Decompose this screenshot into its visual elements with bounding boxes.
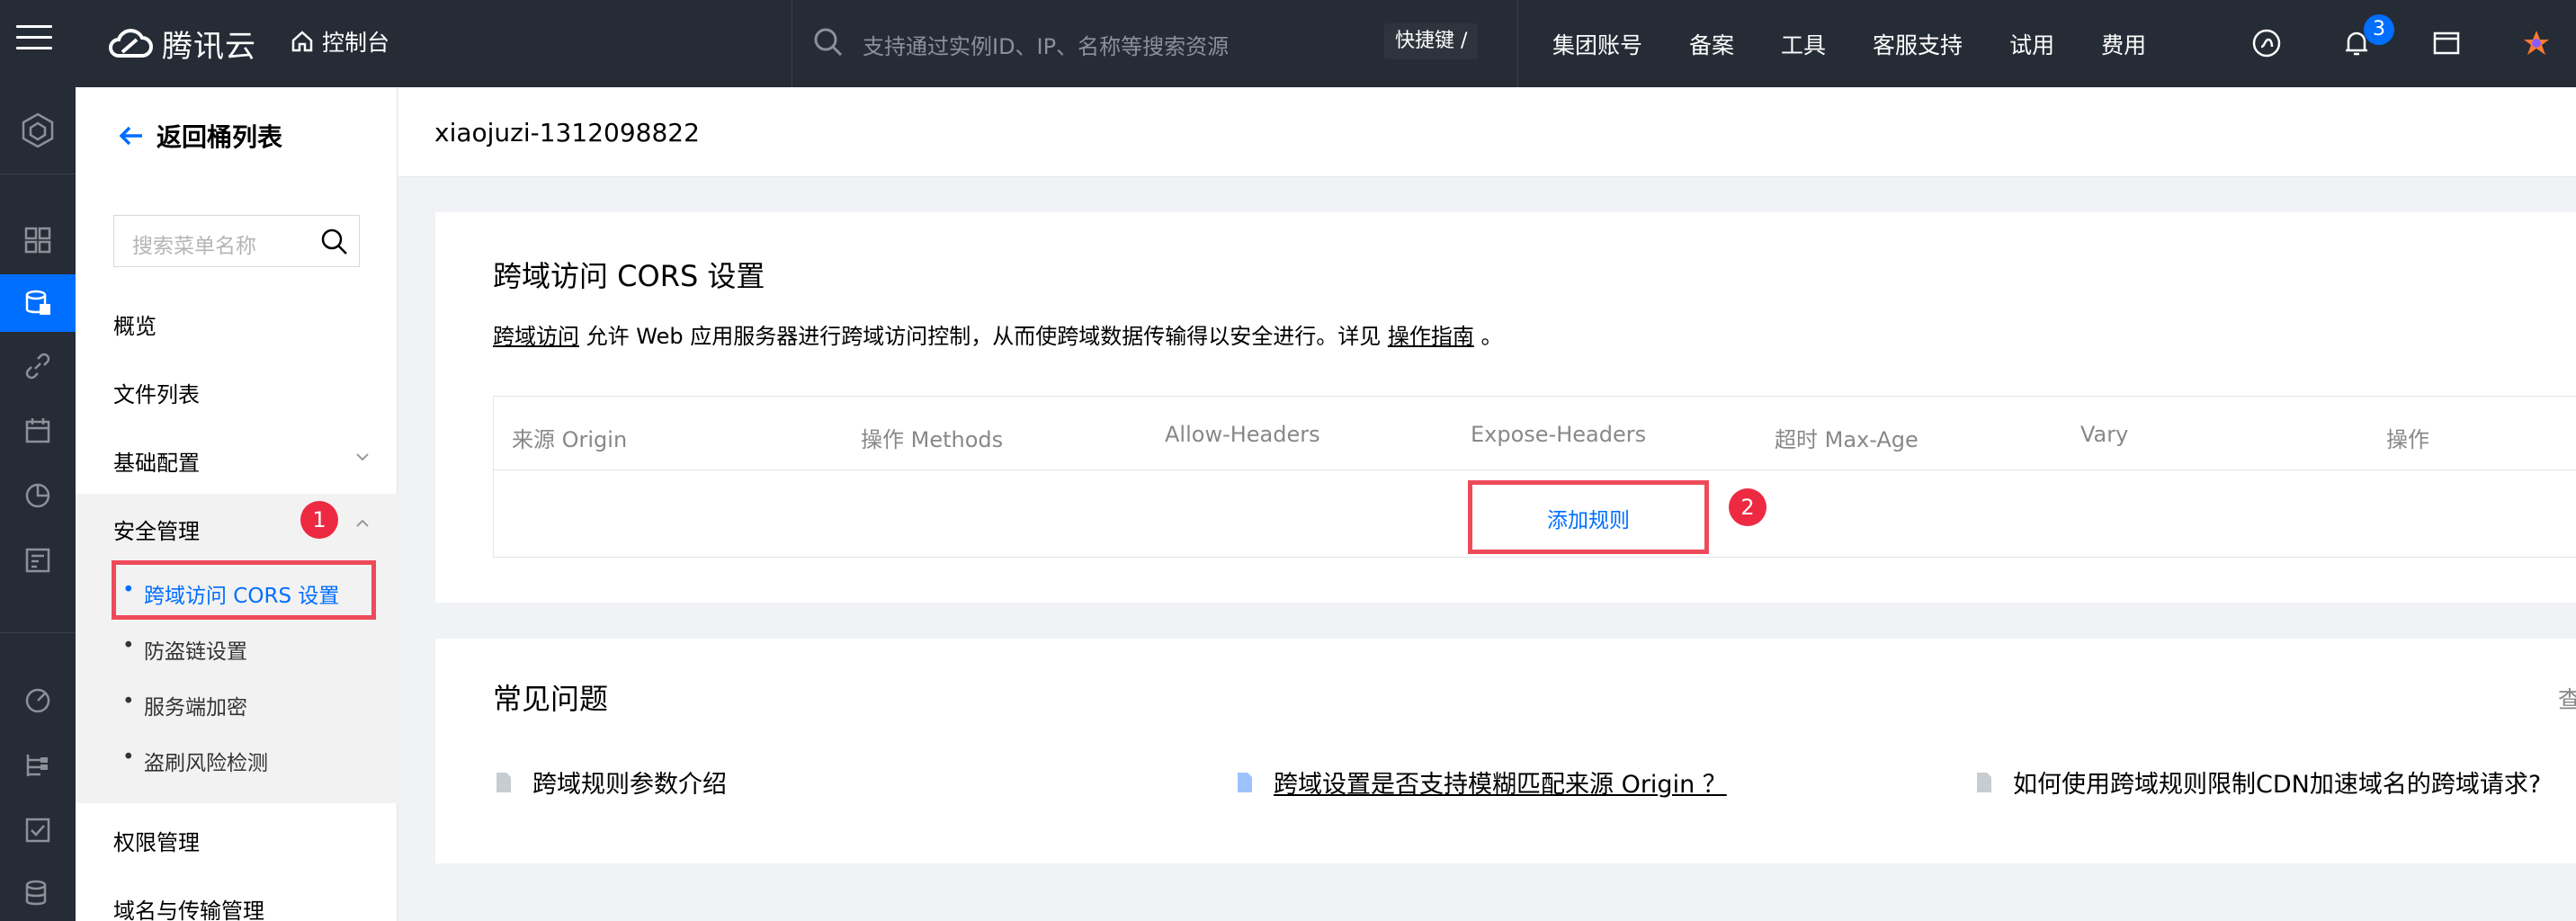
search-icon[interactable] [319, 227, 350, 257]
faq-item-label: 跨域设置是否支持模糊匹配来源 Origin ？ [1274, 771, 1727, 799]
top-nav-links: 集团账号 备案 工具 客服支持 试用 费用 [1529, 0, 2169, 87]
nav-billing[interactable]: 费用 [2101, 28, 2146, 60]
faq-item-label: 如何使用跨域规则限制CDN加速域名的跨域请求? [2013, 771, 2542, 799]
submenu-cors[interactable]: 跨域访问 CORS 设置 [144, 578, 339, 609]
tencent-cloud-logo[interactable]: 腾讯云 [106, 22, 256, 65]
user-avatar-icon[interactable] [2518, 25, 2554, 61]
faq-item-label: 跨域规则参数介绍 [532, 771, 727, 799]
pie-chart-icon[interactable] [0, 467, 76, 524]
menu-search-input[interactable]: 搜索菜单名称 [113, 215, 360, 267]
search-icon [814, 28, 843, 57]
submenu-encryption[interactable]: 服务端加密 [144, 690, 247, 720]
bucket-header: xiaojuzi-1312098822 [398, 87, 2576, 177]
back-to-bucket-list[interactable]: 返回桶列表 [117, 118, 282, 154]
menu-overview[interactable]: 概览 [113, 308, 157, 340]
menu-search-placeholder: 搜索菜单名称 [132, 235, 256, 258]
col-origin: 来源 Origin [512, 427, 628, 452]
shortcut-hint: 快捷键 / [1384, 23, 1479, 59]
cors-doc-link[interactable]: 跨域访问 [493, 324, 579, 349]
submenu-bullet: • [122, 746, 135, 769]
database-icon[interactable] [0, 864, 76, 921]
faq-card: 常见问题 查 跨域规则参数介绍 跨域设置是否支持模糊匹配来源 Origin ？ … [435, 639, 2576, 863]
faq-item[interactable]: 跨域规则参数介绍 [495, 765, 727, 800]
submenu-bullet: • [122, 690, 135, 713]
menu-basic-config[interactable]: 基础配置 [113, 445, 200, 477]
cos-storage-icon[interactable] [0, 274, 76, 332]
step-marker-2: 2 [1729, 488, 1767, 526]
nav-trial[interactable]: 试用 [2009, 28, 2054, 60]
home-icon [291, 31, 313, 52]
menu-file-list[interactable]: 文件列表 [113, 377, 200, 408]
product-cube-icon[interactable] [0, 102, 76, 159]
product-icon-rail [0, 87, 76, 921]
menu-permissions[interactable]: 权限管理 [113, 825, 200, 856]
console-link[interactable]: 控制台 [290, 25, 389, 58]
step-marker-1: 1 [300, 501, 338, 539]
add-rule-label: 添加规则 [1547, 509, 1630, 532]
nav-group-account[interactable]: 集团账号 [1552, 28, 1642, 60]
menu-domain-transfer[interactable]: 域名与传输管理 [113, 893, 264, 921]
faq-item[interactable]: 跨域设置是否支持模糊匹配来源 Origin ？ [1236, 765, 1727, 800]
chevron-down-icon [356, 453, 369, 461]
ticket-icon[interactable] [2428, 25, 2464, 61]
nav-tools[interactable]: 工具 [1781, 28, 1826, 60]
document-icon [1238, 772, 1252, 792]
console-label: 控制台 [322, 30, 390, 56]
add-rule-button[interactable]: 添加规则 [1468, 480, 1709, 554]
cors-title: 跨域访问 CORS 设置 [493, 259, 765, 293]
faq-title: 常见问题 [493, 682, 609, 716]
submenu-bullet: • [122, 634, 135, 657]
global-search[interactable]: 支持通过实例ID、IP、名称等搜索资源 快捷键 / [792, 0, 1518, 87]
monitor-icon[interactable] [0, 672, 76, 729]
report-icon[interactable] [0, 532, 76, 589]
nav-filing[interactable]: 备案 [1689, 28, 1734, 60]
cors-description: 跨域访问 允许 Web 应用服务器进行跨域访问控制，从而使跨域数据传输得以安全进… [493, 318, 1502, 350]
cors-desc-text: 允许 Web 应用服务器进行跨域访问控制，从而使跨域数据传输得以安全进行。详见 [579, 324, 1388, 349]
hierarchy-icon[interactable] [0, 737, 76, 794]
col-expose-headers: Expose-Headers [1471, 422, 1647, 447]
document-icon [496, 772, 511, 792]
top-navigation-bar: 腾讯云 控制台 支持通过实例ID、IP、名称等搜索资源 快捷键 / 集团账号 备… [0, 0, 2576, 87]
bucket-sidebar: 返回桶列表 搜索菜单名称 概览 文件列表 基础配置 安全管理 1 • 跨域访问 … [76, 87, 398, 921]
guide-link[interactable]: 操作指南 [1388, 324, 1474, 349]
logo-text: 腾讯云 [162, 28, 256, 65]
faq-view-more[interactable]: 查 [2558, 682, 2576, 715]
back-label: 返回桶列表 [157, 122, 283, 152]
dashboard-icon[interactable] [0, 211, 76, 269]
checklist-icon[interactable] [0, 801, 76, 859]
col-max-age: 超时 Max-Age [1775, 427, 1919, 452]
link-icon[interactable] [0, 337, 76, 395]
calendar-icon[interactable] [0, 402, 76, 460]
cloud-logo-icon [109, 29, 153, 58]
menu-security[interactable]: 安全管理 [113, 514, 200, 545]
rail-divider [0, 632, 76, 633]
service-icon[interactable] [2249, 25, 2285, 61]
document-icon [1977, 772, 1991, 792]
chevron-up-icon [356, 519, 369, 527]
col-methods: 操作 Methods [861, 427, 1004, 452]
cors-desc-end: 。 [1473, 324, 1503, 349]
submenu-bullet-active: • [122, 578, 135, 602]
nav-support[interactable]: 客服支持 [1873, 28, 1963, 60]
search-input[interactable]: 支持通过实例ID、IP、名称等搜索资源 [863, 29, 1229, 60]
table-header: 来源 Origin 操作 Methods Allow-Headers Expos… [494, 397, 2576, 470]
bucket-name: xiaojuzi-1312098822 [434, 118, 700, 148]
col-vary: Vary [2080, 422, 2129, 447]
submenu-hotlink[interactable]: 防盗链设置 [144, 634, 247, 665]
col-allow-headers: Allow-Headers [1165, 422, 1320, 447]
arrow-left-icon [119, 126, 142, 146]
submenu-risk-detect[interactable]: 盗刷风险检测 [144, 746, 268, 776]
col-actions: 操作 [2386, 427, 2429, 452]
notification-badge: 3 [2364, 14, 2394, 45]
faq-item[interactable]: 如何使用跨域规则限制CDN加速域名的跨域请求? [1975, 765, 2541, 800]
menu-icon[interactable] [16, 25, 52, 61]
